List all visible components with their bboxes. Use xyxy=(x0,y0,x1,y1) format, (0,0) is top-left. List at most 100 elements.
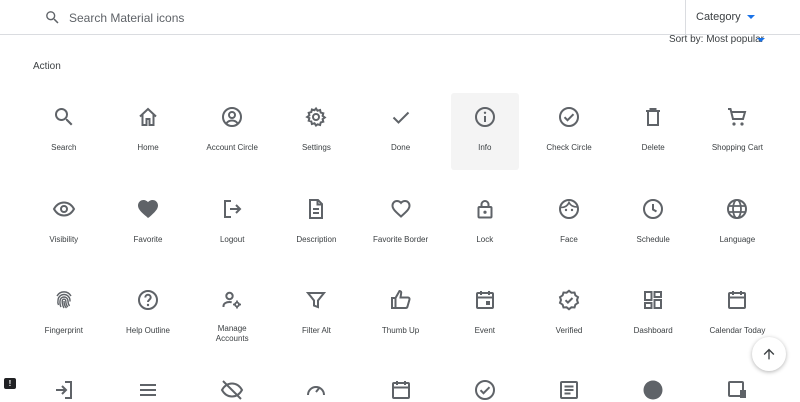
shopping-cart-icon xyxy=(725,105,749,129)
icon-tile-label: Manage Accounts xyxy=(215,324,249,343)
favorite-border-icon xyxy=(389,197,413,221)
icon-tile-favorite-border[interactable]: Favorite Border xyxy=(367,185,435,262)
icon-tile-label: Info xyxy=(478,143,492,152)
icon-tile-description[interactable]: Description xyxy=(282,185,350,262)
search-icon xyxy=(52,105,76,129)
feedback-icon[interactable]: ! xyxy=(4,378,16,389)
speed-icon[interactable] xyxy=(304,378,328,398)
calendar-today-icon xyxy=(725,288,749,312)
list-icon[interactable] xyxy=(136,378,160,398)
description-icon xyxy=(304,197,328,221)
icon-tile-label: Face xyxy=(560,234,578,244)
section-title: Action xyxy=(33,61,61,72)
icon-tile-label: Schedule xyxy=(636,234,670,244)
icon-tile-label: Favorite xyxy=(133,234,163,244)
check-circle-icon xyxy=(557,105,581,129)
visibility-off-icon[interactable] xyxy=(220,378,244,400)
favorite-icon xyxy=(136,197,160,221)
icon-tile-label: Thumb Up xyxy=(381,326,420,335)
lock-icon xyxy=(473,197,497,221)
icon-tile-favorite[interactable]: Favorite xyxy=(114,185,182,262)
icon-tile-label: Help Outline xyxy=(125,326,171,335)
face-icon xyxy=(557,197,581,221)
icon-tile-label: Dashboard xyxy=(633,326,673,335)
dashboard-icon xyxy=(641,288,665,312)
icon-tile-label: Event xyxy=(474,326,496,335)
event-icon xyxy=(473,288,497,312)
icon-tile-label: Check Circle xyxy=(546,143,592,152)
icon-tile-label: Fingerprint xyxy=(44,326,83,335)
delete-icon xyxy=(641,105,665,129)
home-icon xyxy=(136,105,160,129)
icon-tile-label: Visibility xyxy=(49,234,79,244)
icon-tile-delete[interactable]: Delete xyxy=(619,93,687,170)
icon-tile-label: Search xyxy=(51,143,77,152)
sort-chevron-down-icon xyxy=(757,38,765,42)
icon-tile-label: Lock xyxy=(476,234,494,244)
icon-tile-face[interactable]: Face xyxy=(535,185,603,262)
settings-icon xyxy=(304,105,328,129)
login-icon[interactable] xyxy=(52,378,76,399)
icon-tile-done[interactable]: Done xyxy=(367,93,435,170)
icon-tile-label: Delete xyxy=(641,143,665,152)
icon-tile-language[interactable]: Language xyxy=(703,185,771,262)
visibility-icon xyxy=(52,197,76,221)
icon-tile-logout[interactable]: Logout xyxy=(198,185,266,262)
article-icon[interactable] xyxy=(557,378,581,399)
icon-tile-label: Account Circle xyxy=(206,143,258,152)
icon-tile-help-outline[interactable]: Help Outline xyxy=(114,276,182,353)
category-dropdown[interactable]: Category xyxy=(685,0,800,35)
filter-alt-icon xyxy=(304,288,328,312)
fingerprint-icon xyxy=(52,288,76,312)
icon-tile-label: Done xyxy=(391,143,411,152)
icon-tile-filter-alt[interactable]: Filter Alt xyxy=(282,276,350,353)
icon-tile-label: Verified xyxy=(555,326,583,335)
icon-tile-shopping-cart[interactable]: Shopping Cart xyxy=(703,93,771,170)
done-icon xyxy=(389,105,413,129)
icon-tile-label: Logout xyxy=(219,234,245,244)
icon-tile-dashboard[interactable]: Dashboard xyxy=(619,276,687,353)
manage-accounts-icon xyxy=(220,288,244,312)
icon-tile-account-circle[interactable]: Account Circle xyxy=(198,93,266,170)
sort-dropdown[interactable]: Sort by: Most popular xyxy=(669,34,764,45)
top-bar: Category xyxy=(0,0,800,35)
icon-tile-check-circle[interactable]: Check Circle xyxy=(535,93,603,170)
scroll-to-top-button[interactable] xyxy=(752,337,786,371)
icon-tile-manage-accounts[interactable]: Manage Accounts xyxy=(198,276,266,353)
icon-tile-label: Settings xyxy=(301,143,331,152)
icon-tile-event[interactable]: Event xyxy=(451,276,519,353)
icon-tile-search[interactable]: Search xyxy=(30,93,98,170)
icon-tile-verified[interactable]: Verified xyxy=(535,276,603,353)
preview-icon[interactable] xyxy=(725,378,749,398)
language-icon xyxy=(725,197,749,221)
info-icon xyxy=(473,105,497,129)
help-icon[interactable] xyxy=(641,378,665,400)
icon-tile-info[interactable]: Info xyxy=(450,93,519,170)
icon-tile-home[interactable]: Home xyxy=(114,93,182,170)
category-label: Category xyxy=(696,11,741,23)
icon-tile-settings[interactable]: Settings xyxy=(282,93,350,170)
icon-tile-schedule[interactable]: Schedule xyxy=(619,185,687,262)
icon-tile-label: Calendar Today xyxy=(709,326,766,335)
icon-tile-label: Language xyxy=(719,234,756,244)
calendar-month-icon[interactable] xyxy=(389,378,413,399)
arrow-upward-icon xyxy=(763,348,775,360)
verified-icon xyxy=(557,288,581,312)
check-circle-outline-icon[interactable] xyxy=(473,378,497,400)
schedule-icon xyxy=(641,197,665,221)
icon-tile-fingerprint[interactable]: Fingerprint xyxy=(30,276,98,353)
icon-tile-label: Home xyxy=(137,143,159,152)
icon-tile-lock[interactable]: Lock xyxy=(451,185,519,262)
logout-icon xyxy=(220,197,244,221)
icon-tile-label: Shopping Cart xyxy=(711,143,763,152)
account-circle-icon xyxy=(220,105,244,129)
search-input[interactable] xyxy=(60,6,671,30)
chevron-down-icon xyxy=(747,15,755,19)
help-outline-icon xyxy=(136,288,160,312)
thumb-up-icon xyxy=(389,288,413,312)
icon-tile-thumb-up[interactable]: Thumb Up xyxy=(367,276,435,353)
icon-tile-label: Description xyxy=(296,234,337,244)
icon-tile-visibility[interactable]: Visibility xyxy=(30,185,98,262)
icon-tile-label: Favorite Border xyxy=(373,234,429,244)
icon-tile-label: Filter Alt xyxy=(301,326,331,335)
